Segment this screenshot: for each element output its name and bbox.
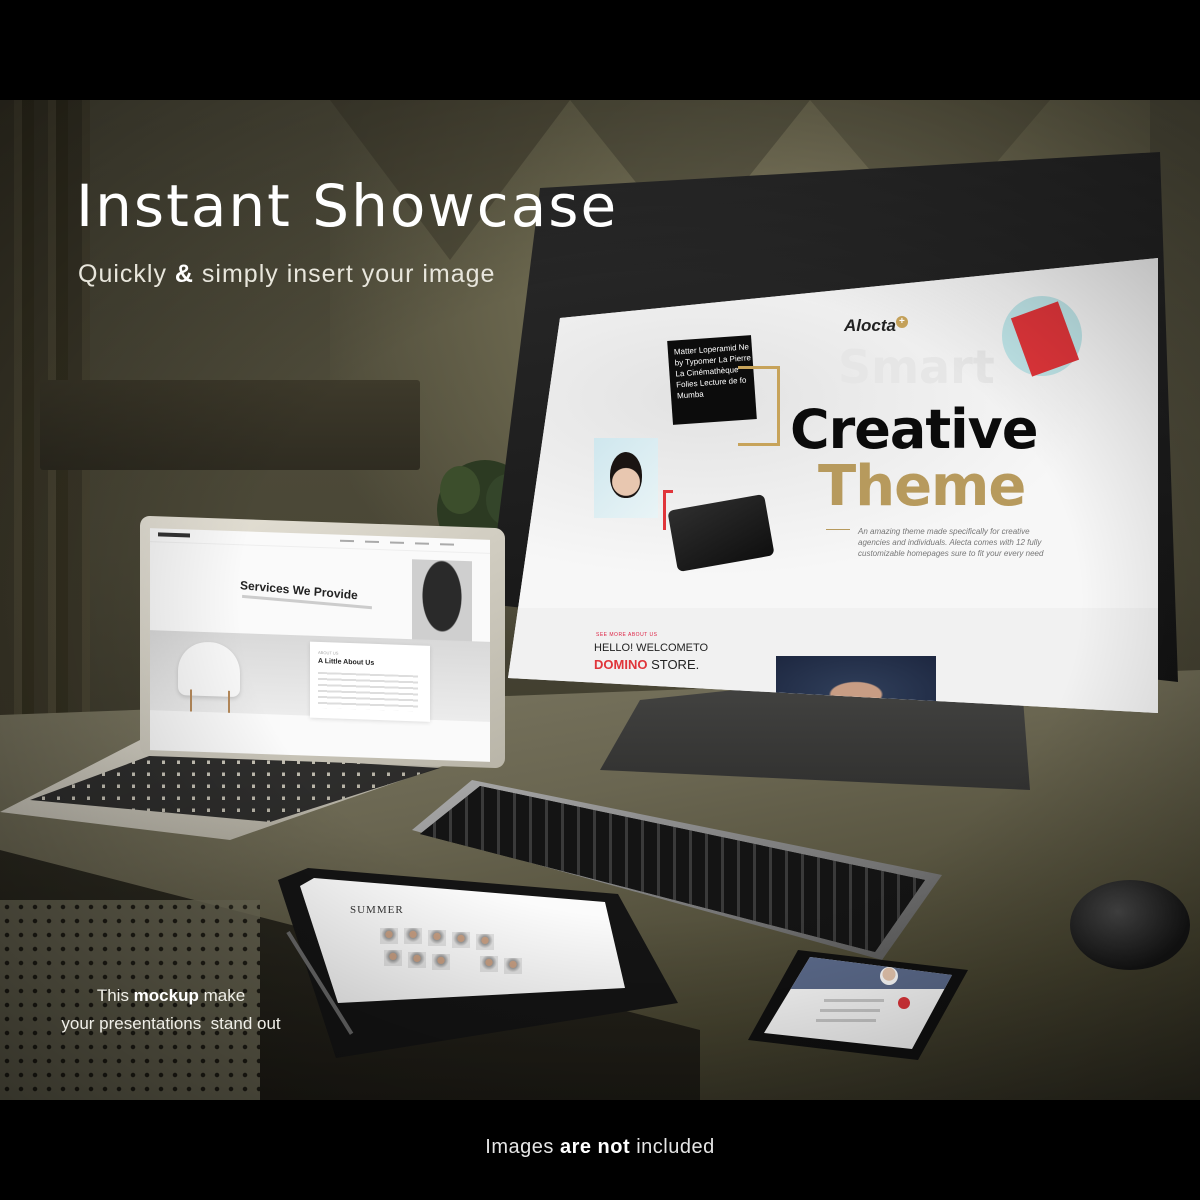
hero-divider (826, 529, 850, 530)
phone-avatar (880, 967, 898, 985)
footer-part: Images (485, 1136, 560, 1158)
tagline-part: This (96, 986, 134, 1005)
nav-link (415, 542, 429, 545)
portrait-photo (594, 438, 658, 518)
tagline-emphasis: mockup (133, 986, 199, 1005)
tablet-thumbnail (480, 956, 498, 972)
phone-action-button (898, 997, 910, 1009)
wall-shelf (40, 380, 420, 470)
chair-legs (190, 689, 230, 713)
tablet-title: SUMMER (350, 904, 404, 916)
phone-list-row (824, 999, 884, 1002)
laptop-screen: Services We Provide ABOUT US A Little Ab… (150, 528, 490, 762)
footer-emphasis: are not (559, 1136, 631, 1158)
black-package (667, 493, 775, 573)
tablet-thumbnail (432, 954, 450, 970)
mouse (1070, 880, 1190, 970)
hero-intro: An amazing theme made specifically for c… (858, 527, 1044, 558)
site-logo-text: Alocta (844, 316, 896, 335)
site-logo: Alocta + (844, 316, 908, 336)
tagline-part: make (198, 986, 246, 1005)
tablet-thumbnail (380, 928, 398, 944)
store-brand: DOMINO (594, 657, 648, 672)
logo-plus-icon: + (895, 316, 908, 328)
nav-link (365, 540, 379, 544)
store-heading: DOMINO STORE. (594, 657, 699, 672)
about-kicker: ABOUT US (318, 649, 339, 656)
tablet-thumbnail (504, 958, 522, 974)
phone-list-row (820, 1009, 880, 1012)
tablet-thumbnail (384, 950, 402, 966)
about-title: A Little About Us (318, 657, 375, 667)
portrait-head (610, 452, 642, 498)
tablet-thumbnail (428, 930, 446, 946)
gold-frame (738, 366, 780, 446)
tablet-thumbnail (404, 928, 422, 944)
store-word: STORE. (647, 657, 700, 672)
tablet-thumbnail (476, 934, 494, 950)
footer-part: included (630, 1136, 715, 1158)
hero-heading-line1: Creative (790, 398, 1038, 461)
monitor-screen: Smart Alocta + Matter Loperamid Ne by Typ… (508, 258, 1158, 713)
tagline-line1: This mockup make (36, 982, 306, 1010)
nav-link (440, 543, 454, 546)
subtitle-ampersand: & (174, 260, 194, 288)
nav-link (390, 541, 404, 544)
welcome-heading: HELLO! WELCOMETO (594, 642, 709, 654)
welcome-kicker: SEE MORE ABOUT US (596, 632, 658, 638)
subtitle-part: simply insert your image (193, 260, 496, 288)
footer-note: Images are not included (0, 1136, 1200, 1159)
about-card: ABOUT US A Little About Us (310, 641, 430, 722)
tablet-thumbnail (452, 932, 470, 948)
subtitle-part: Quickly (78, 260, 175, 288)
ghost-word: Smart (838, 340, 995, 394)
about-text-lines (318, 671, 418, 712)
book-illustration (1002, 296, 1082, 377)
nav-link (340, 539, 354, 543)
hero-heading-line2: Theme (818, 454, 1026, 519)
tablet-thumbnail (408, 952, 426, 968)
headline-title: Instant Showcase (76, 172, 619, 240)
phone-list-row (816, 1019, 876, 1022)
laptop-site-logo (158, 532, 190, 538)
headline-subtitle: Quickly & simply insert your image (78, 260, 495, 289)
top-black-band (0, 0, 1200, 100)
black-chair-photo (412, 559, 472, 652)
tagline-line2: your presentations stand out (61, 1014, 281, 1033)
tagline: This mockup make your presentations stan… (36, 982, 306, 1038)
